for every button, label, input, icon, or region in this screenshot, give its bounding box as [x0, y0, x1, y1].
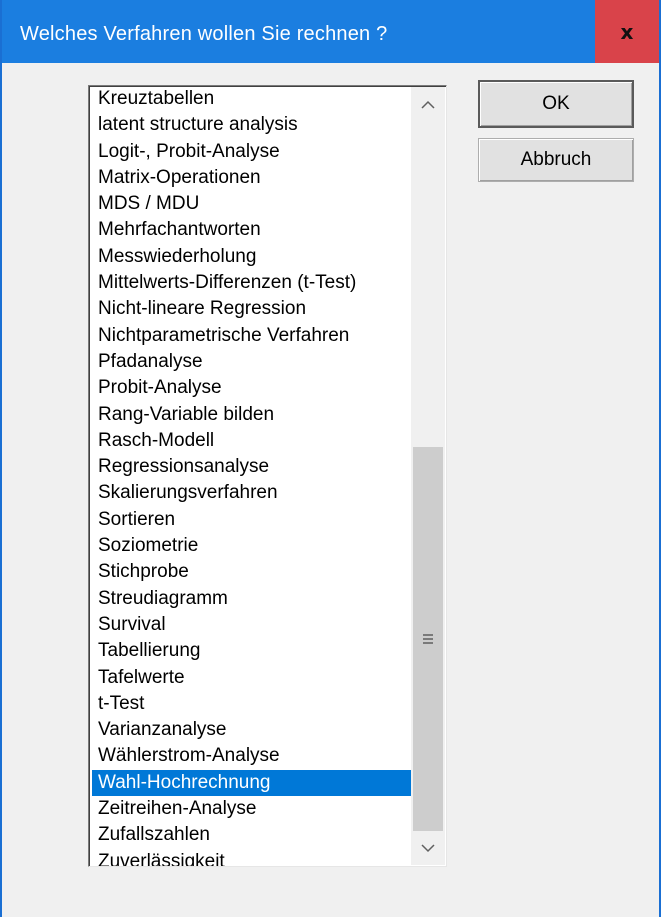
list-item[interactable]: Regressionsanalyse — [92, 454, 411, 480]
vertical-scrollbar[interactable] — [411, 87, 445, 865]
list-item[interactable]: Tafelwerte — [92, 665, 411, 691]
list-item[interactable]: Kreuztabellen — [92, 86, 411, 112]
cancel-button[interactable]: Abbruch — [478, 138, 634, 182]
scroll-thumb[interactable] — [413, 447, 443, 831]
scroll-up-button[interactable] — [411, 87, 445, 121]
list-item[interactable]: Streudiagramm — [92, 586, 411, 612]
list-item[interactable]: Pfadanalyse — [92, 349, 411, 375]
list-item[interactable]: t-Test — [92, 691, 411, 717]
scroll-down-button[interactable] — [411, 831, 445, 865]
list-item[interactable]: Rang-Variable bilden — [92, 402, 411, 428]
list-item[interactable]: Rasch-Modell — [92, 428, 411, 454]
list-item[interactable]: Wahl-Hochrechnung — [92, 769, 411, 797]
chevron-down-icon — [421, 843, 435, 852]
close-icon: x — [620, 19, 634, 44]
list-item[interactable]: MDS / MDU — [92, 191, 411, 217]
list-item[interactable]: Wählerstrom-Analyse — [92, 743, 411, 769]
list-item[interactable]: Mittelwerts-Differenzen (t-Test) — [92, 270, 411, 296]
procedure-listbox[interactable]: Kreuztabellen latent structure analysis Lo… — [88, 85, 447, 867]
list-item[interactable]: Messwiederholung — [92, 244, 411, 270]
title-bar[interactable]: Welches Verfahren wollen Sie rechnen ? x — [2, 0, 659, 63]
list-item[interactable]: Zeitreihen-Analyse — [92, 796, 411, 822]
list-item[interactable]: Zufallszahlen — [92, 822, 411, 848]
close-button[interactable]: x — [595, 0, 659, 63]
list-item[interactable]: Matrix-Operationen — [92, 165, 411, 191]
grip-icon — [423, 634, 433, 644]
dialog-window: Welches Verfahren wollen Sie rechnen ? x… — [0, 0, 661, 917]
list-item[interactable]: Mehrfachantworten — [92, 217, 411, 243]
procedure-list: Kreuztabellen latent structure analysis Lo… — [92, 86, 411, 866]
window-title: Welches Verfahren wollen Sie rechnen ? — [20, 23, 388, 45]
list-item[interactable]: Soziometrie — [92, 533, 411, 559]
list-item[interactable]: Stichprobe — [92, 559, 411, 585]
list-item[interactable]: Tabellierung — [92, 638, 411, 664]
list-item[interactable]: Zuverlässigkeit — [92, 849, 411, 866]
list-item[interactable]: Nicht-lineare Regression — [92, 296, 411, 322]
list-item[interactable]: Skalierungsverfahren — [92, 480, 411, 506]
list-item[interactable]: Sortieren — [92, 507, 411, 533]
list-item[interactable]: Probit-Analyse — [92, 375, 411, 401]
list-item[interactable]: Nichtparametrische Verfahren — [92, 323, 411, 349]
chevron-up-icon — [421, 100, 435, 109]
ok-button[interactable]: OK — [478, 80, 634, 128]
list-item[interactable]: Survival — [92, 612, 411, 638]
list-item[interactable]: Varianzanalyse — [92, 717, 411, 743]
list-item[interactable]: latent structure analysis — [92, 112, 411, 138]
list-item[interactable]: Logit-, Probit-Analyse — [92, 139, 411, 165]
